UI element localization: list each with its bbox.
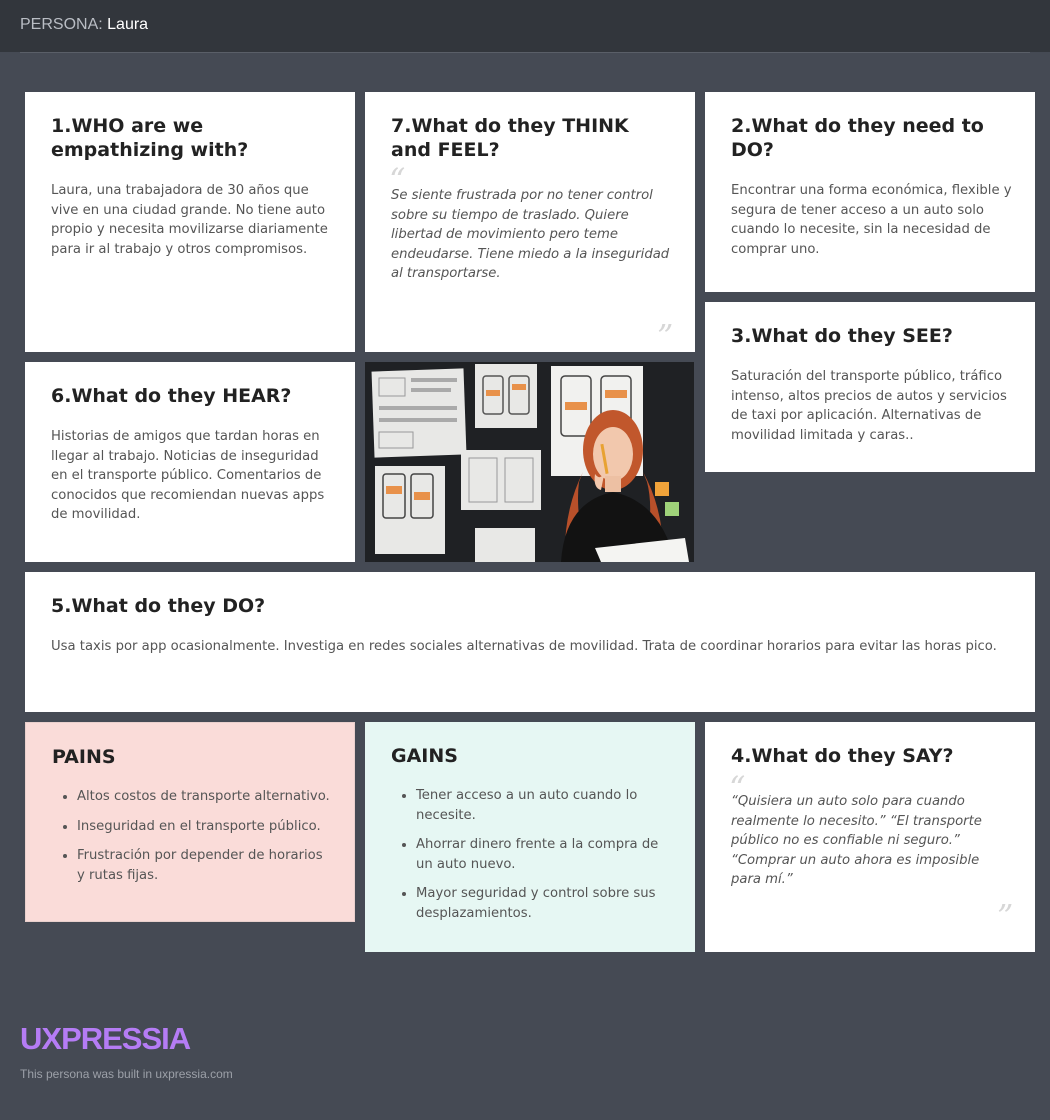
card-see: 3.What do they SEE? Saturación del trans… xyxy=(705,302,1035,472)
card-who-body: Laura, una trabajadora de 30 años que vi… xyxy=(51,183,328,257)
card-need-do-title: 2.What do they need to DO? xyxy=(731,115,984,161)
persona-photo xyxy=(365,362,694,562)
card-do: 5.What do they DO? Usa taxis por app oca… xyxy=(25,572,1035,712)
card-do-body: Usa taxis por app ocasionalmente. Invest… xyxy=(51,639,997,654)
card-gains-title: GAINS xyxy=(391,745,458,767)
card-think-feel: 7.What do they THINK and FEEL? “ Se sien… xyxy=(365,92,695,352)
list-item: Mayor seguridad y control sobre sus desp… xyxy=(416,884,672,923)
card-who: 1.WHO are we empathizing with? Laura, un… xyxy=(25,92,355,352)
top-bar: PERSONA: Laura xyxy=(0,0,1050,52)
persona-photo-illustration xyxy=(365,362,694,562)
uxpressia-logo[interactable]: UXPRESSIA xyxy=(20,1021,191,1057)
persona-title: PERSONA: Laura xyxy=(20,16,148,34)
footer-note: This persona was built in uxpressia.com xyxy=(20,1067,233,1081)
list-item: Frustración por depender de horarios y r… xyxy=(77,846,333,885)
card-hear: 6.What do they HEAR? Historias de amigos… xyxy=(25,362,355,562)
card-say-title: 4.What do they SAY? xyxy=(731,745,954,767)
list-item: Ahorrar dinero frente a la compra de un … xyxy=(416,835,672,874)
persona-name: Laura xyxy=(107,16,149,33)
card-say-body: “Quisiera un auto solo para cuando realm… xyxy=(731,794,982,888)
persona-label: PERSONA: xyxy=(20,16,103,33)
card-pains: PAINS Altos costos de transporte alterna… xyxy=(25,722,355,922)
gains-list: Tener acceso a un auto cuando lo necesit… xyxy=(416,786,672,934)
close-quote-icon: ” xyxy=(997,897,1014,935)
list-item: Inseguridad en el transporte público. xyxy=(77,817,333,837)
card-do-title: 5.What do they DO? xyxy=(51,595,266,617)
card-need-do: 2.What do they need to DO? Encontrar una… xyxy=(705,92,1035,292)
close-quote-icon: ” xyxy=(657,317,674,355)
card-think-feel-body: Se siente frustrada por no tener control… xyxy=(391,188,670,282)
card-see-body: Saturación del transporte público, tráfi… xyxy=(731,369,1007,443)
card-hear-title: 6.What do they HEAR? xyxy=(51,385,292,407)
list-item: Altos costos de transporte alternativo. xyxy=(77,787,333,807)
card-see-title: 3.What do they SEE? xyxy=(731,325,953,347)
card-gains: GAINS Tener acceso a un auto cuando lo n… xyxy=(365,722,695,952)
card-who-title: 1.WHO are we empathizing with? xyxy=(51,115,249,161)
card-think-feel-title: 7.What do they THINK and FEEL? xyxy=(391,115,629,161)
pains-list: Altos costos de transporte alternativo. … xyxy=(77,787,333,895)
card-need-do-body: Encontrar una forma económica, flexible … xyxy=(731,183,1012,257)
card-hear-body: Historias de amigos que tardan horas en … xyxy=(51,429,325,523)
header-divider xyxy=(20,52,1030,53)
card-say: 4.What do they SAY? “ “Quisiera un auto … xyxy=(705,722,1035,952)
list-item: Tener acceso a un auto cuando lo necesit… xyxy=(416,786,672,825)
card-pains-title: PAINS xyxy=(52,746,116,768)
